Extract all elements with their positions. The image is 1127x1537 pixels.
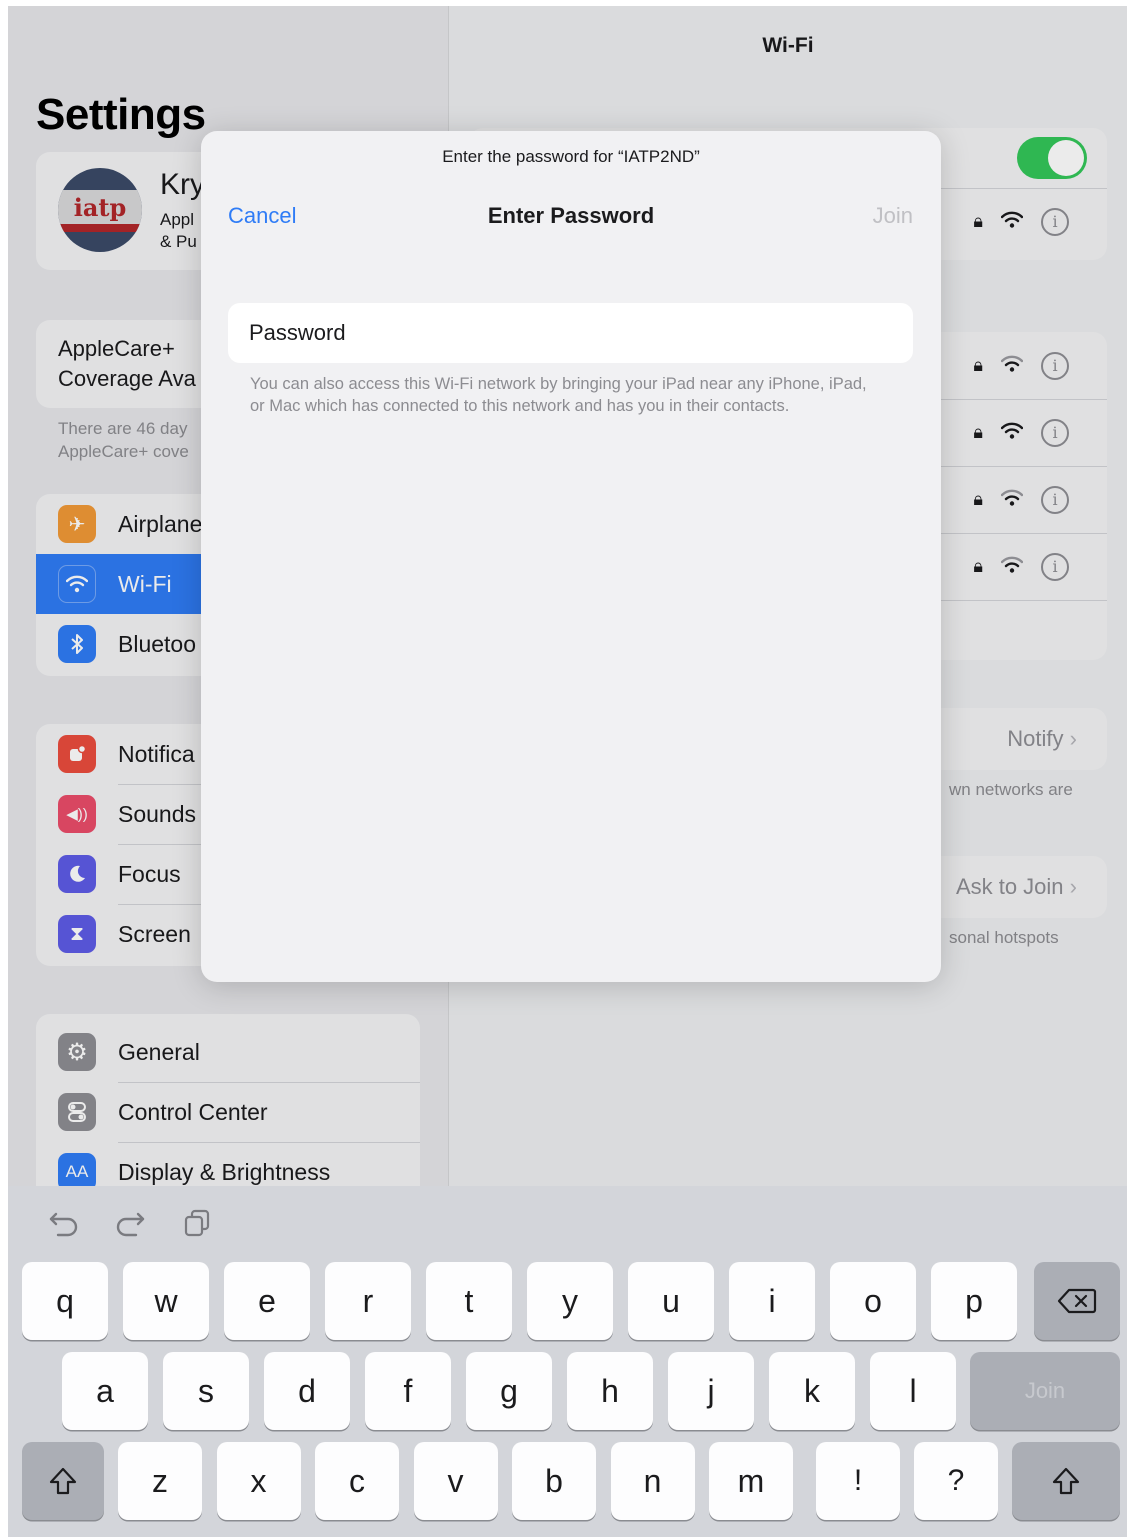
- key-p[interactable]: p: [931, 1262, 1017, 1340]
- undo-icon[interactable]: [48, 1208, 80, 1246]
- key-m[interactable]: m: [709, 1442, 793, 1520]
- key-x[interactable]: x: [216, 1442, 301, 1520]
- key-g[interactable]: g: [466, 1352, 552, 1430]
- cancel-button[interactable]: Cancel: [228, 203, 296, 229]
- ipad-screen: Settings iatp Kry Appl & Pu AppleCare+ C…: [8, 6, 1127, 1537]
- on-screen-keyboard: qwertyuiop asdfghjkl Join zxcvbnm ! ?: [8, 1186, 1127, 1537]
- password-sharing-note: You can also access this Wi-Fi network b…: [250, 375, 867, 415]
- password-prompt: Enter the password for “IATP2ND”: [442, 147, 700, 166]
- key-j[interactable]: j: [668, 1352, 754, 1430]
- key-w[interactable]: w: [123, 1262, 209, 1340]
- key-a[interactable]: a: [62, 1352, 148, 1430]
- keyboard-join-key[interactable]: Join: [970, 1352, 1120, 1430]
- key-f[interactable]: f: [365, 1352, 451, 1430]
- key-s[interactable]: s: [163, 1352, 249, 1430]
- key-l[interactable]: l: [870, 1352, 956, 1430]
- key-v[interactable]: v: [413, 1442, 498, 1520]
- join-button[interactable]: Join: [873, 203, 913, 229]
- paste-icon[interactable]: [182, 1208, 212, 1246]
- key-h[interactable]: h: [567, 1352, 653, 1430]
- sheet-title: Enter Password: [487, 203, 655, 228]
- key-b[interactable]: b: [512, 1442, 596, 1520]
- delete-key[interactable]: [1034, 1262, 1120, 1340]
- question-period-key[interactable]: ?: [914, 1442, 998, 1520]
- key-o[interactable]: o: [830, 1262, 916, 1340]
- key-r[interactable]: r: [325, 1262, 411, 1340]
- key-t[interactable]: t: [426, 1262, 512, 1340]
- key-n[interactable]: n: [610, 1442, 695, 1520]
- enter-password-sheet: Enter the password for “IATP2ND” Enter P…: [201, 131, 941, 982]
- key-e[interactable]: e: [224, 1262, 310, 1340]
- password-field[interactable]: [228, 303, 913, 363]
- key-y[interactable]: y: [527, 1262, 613, 1340]
- key-c[interactable]: c: [315, 1442, 399, 1520]
- key-k[interactable]: k: [769, 1352, 855, 1430]
- key-q[interactable]: q: [22, 1262, 108, 1340]
- key-i[interactable]: i: [729, 1262, 815, 1340]
- shift-key-left[interactable]: [22, 1442, 104, 1520]
- key-z[interactable]: z: [118, 1442, 202, 1520]
- exclamation-comma-key[interactable]: !: [816, 1442, 900, 1520]
- shift-key-right[interactable]: [1012, 1442, 1120, 1520]
- key-d[interactable]: d: [264, 1352, 350, 1430]
- redo-icon[interactable]: [114, 1208, 146, 1246]
- key-u[interactable]: u: [628, 1262, 714, 1340]
